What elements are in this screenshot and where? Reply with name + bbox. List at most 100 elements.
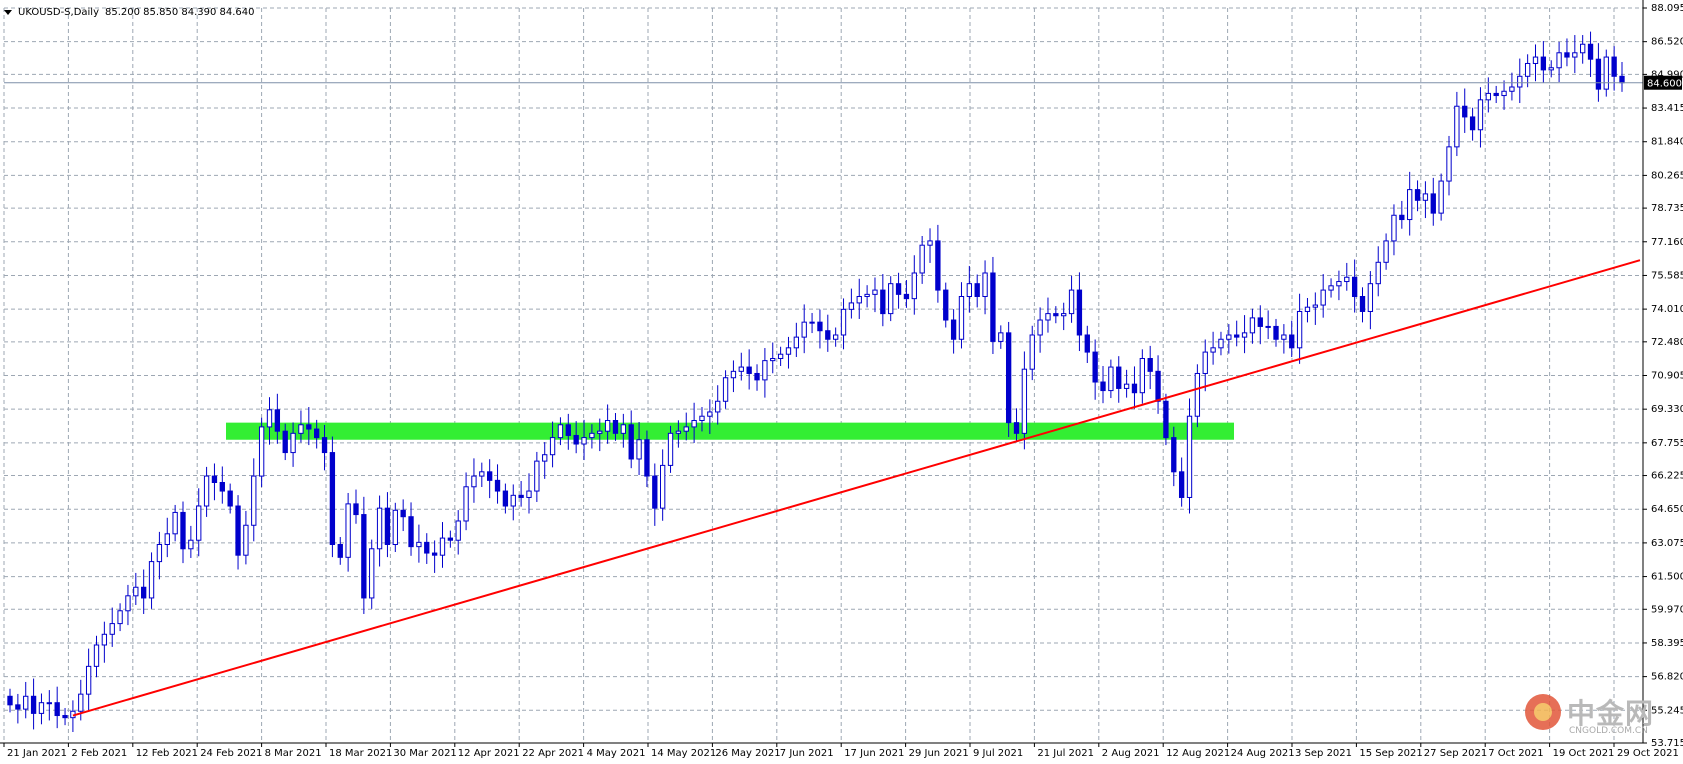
candle	[1367, 271, 1374, 330]
candle	[777, 346, 784, 366]
y-tick-label: 66.225	[1651, 471, 1683, 482]
candle	[117, 603, 123, 632]
candle-body	[384, 507, 391, 545]
ohlc-readout: 85.200 85.850 84.390 84.640	[105, 6, 255, 18]
candle	[754, 364, 760, 391]
candle-body	[1076, 289, 1083, 336]
y-tick-label: 67.755	[1651, 438, 1683, 449]
candle-body	[1084, 334, 1090, 353]
y-tick-label: 56.820	[1651, 672, 1683, 683]
candle	[1139, 349, 1145, 404]
candle-body	[848, 302, 855, 310]
candle-body	[85, 665, 92, 695]
candle	[85, 648, 92, 711]
candle	[510, 484, 516, 521]
candle-body	[1414, 189, 1421, 201]
candle	[1178, 457, 1185, 507]
candle-body	[1564, 52, 1570, 58]
candle	[1116, 356, 1122, 403]
candle-body	[1328, 285, 1334, 291]
candle-body	[1147, 358, 1153, 372]
candle	[447, 530, 454, 548]
candle	[1029, 325, 1035, 381]
candle-body	[1005, 332, 1012, 424]
candle-body	[1296, 310, 1303, 349]
x-tick-label: 21 Jul 2021	[1037, 748, 1094, 759]
candle	[1422, 181, 1429, 219]
candle-body	[943, 289, 949, 321]
x-tick-label: 29 Oct 2021	[1617, 748, 1679, 759]
candle-body	[1178, 471, 1185, 498]
candle-body	[1202, 351, 1208, 374]
candle	[416, 524, 422, 563]
candle-body	[38, 702, 45, 714]
candle	[770, 342, 776, 374]
candle-body	[1092, 351, 1098, 383]
candle-body	[431, 552, 438, 556]
x-tick-label: 3 Sep 2021	[1295, 748, 1352, 759]
candle-body	[1587, 43, 1594, 60]
candle-body	[1375, 261, 1381, 285]
candle	[1572, 35, 1578, 74]
candle-body	[707, 411, 713, 417]
candle	[817, 309, 823, 349]
candle-body	[1501, 90, 1507, 97]
candle-body	[337, 543, 343, 558]
y-tick-label: 83.415	[1651, 103, 1683, 114]
candle-body	[903, 293, 910, 300]
candle-body	[581, 437, 587, 445]
candle	[919, 236, 925, 284]
candle	[479, 462, 485, 487]
candle-body	[1509, 86, 1515, 92]
candle	[384, 492, 391, 558]
candle-body	[1116, 366, 1122, 389]
candle-body	[494, 479, 501, 492]
candle	[1320, 274, 1326, 318]
candle-body	[502, 490, 509, 507]
candle	[1186, 398, 1193, 514]
candle	[950, 309, 957, 354]
candle	[70, 700, 76, 732]
candle	[927, 228, 933, 263]
candle	[730, 360, 737, 393]
candle-body	[919, 244, 925, 274]
y-tick-label: 59.970	[1651, 604, 1683, 615]
candlestick-chart: 84.600 88.095 86.520 84.990 83.415 81.840 80.…	[0, 0, 1683, 759]
y-tick-label: 80.265	[1651, 170, 1683, 181]
candle-body	[1493, 92, 1499, 97]
candle	[974, 274, 980, 308]
candle-body	[738, 366, 744, 372]
candle-body	[730, 370, 737, 379]
candle	[762, 348, 768, 398]
candle-body	[361, 514, 367, 599]
x-tick-label: 22 Apr 2021	[522, 748, 584, 759]
candle-body	[455, 520, 461, 541]
candle	[1289, 320, 1295, 358]
candle-body	[1454, 105, 1460, 148]
candle-body	[683, 426, 689, 432]
candle	[15, 693, 21, 724]
candle	[793, 322, 800, 358]
candle	[439, 522, 446, 568]
candle-body	[856, 296, 862, 304]
candle-body	[801, 321, 807, 338]
candle-body	[471, 475, 477, 488]
candle	[542, 442, 548, 479]
candle-body	[243, 524, 249, 556]
candle	[46, 690, 52, 721]
candle-body	[345, 503, 351, 558]
dropdown-triangle-icon[interactable]	[4, 9, 12, 15]
y-tick-label: 78.735	[1651, 203, 1683, 214]
candle	[1226, 324, 1232, 354]
candle	[455, 510, 461, 555]
candle-body	[282, 430, 288, 454]
candle-body	[644, 439, 650, 477]
candle	[125, 584, 131, 626]
candle	[1446, 135, 1452, 196]
candle	[1414, 180, 1421, 212]
candle	[1383, 233, 1389, 270]
x-tick-label: 29 Jun 2021	[909, 748, 969, 759]
candle	[1391, 204, 1397, 256]
candle-body	[1548, 67, 1554, 71]
candle	[1076, 272, 1083, 352]
